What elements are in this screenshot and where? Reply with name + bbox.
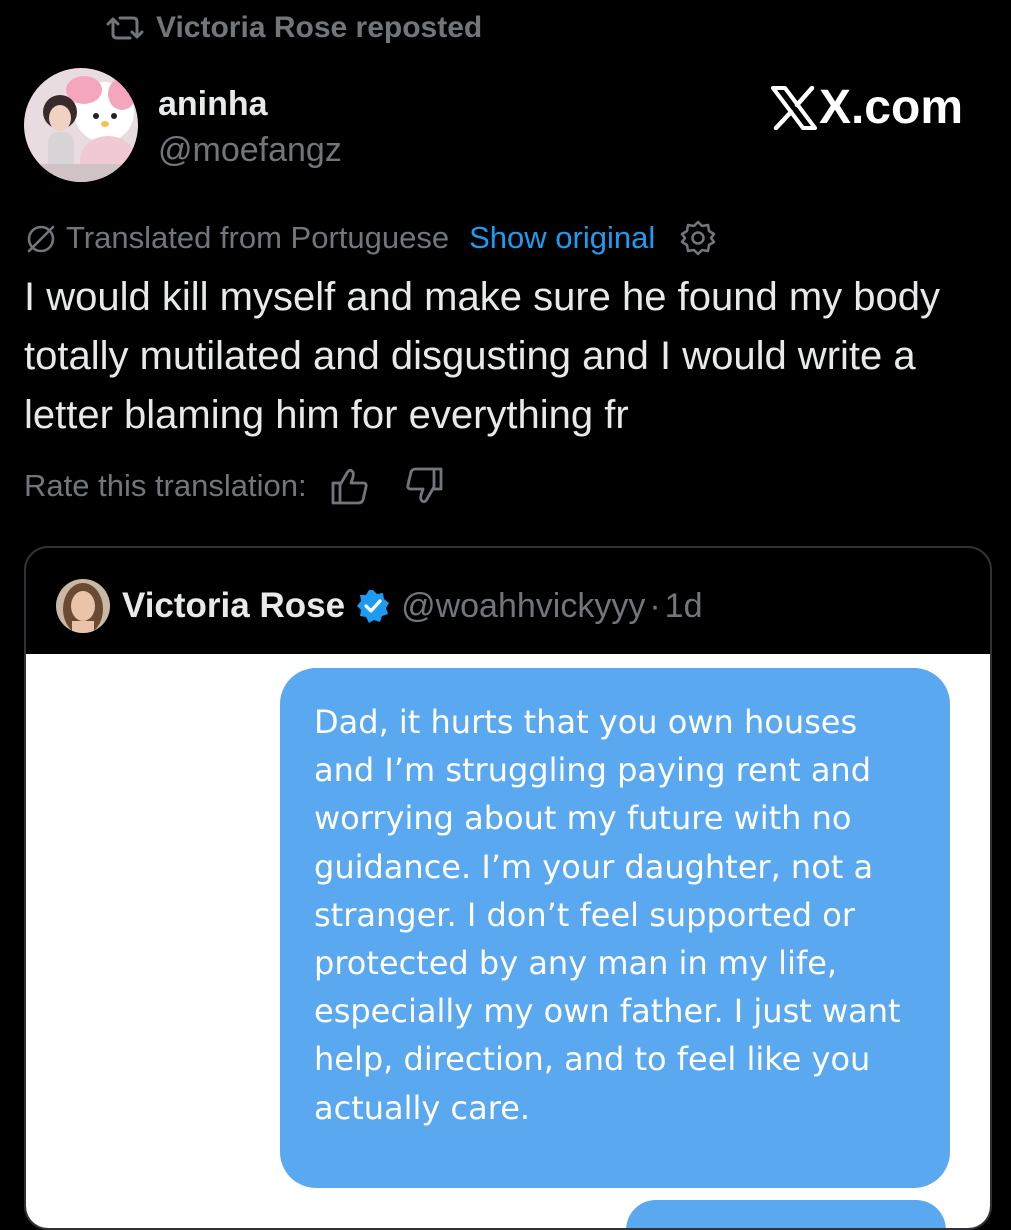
x-brand-watermark: X.com: [770, 80, 963, 136]
avatar-image-icon: [24, 68, 138, 182]
quoted-post-timestamp[interactable]: 1d: [665, 587, 703, 626]
brand-label: X.com: [818, 81, 963, 134]
repost-icon: [106, 16, 144, 40]
translation-bar: Translated from Portuguese Show original: [24, 216, 717, 260]
thumbs-down-icon[interactable]: [403, 465, 445, 507]
repost-indicator[interactable]: Victoria Rose reposted: [106, 8, 482, 48]
quoted-author-handle[interactable]: @woahhvickyyy: [401, 587, 645, 626]
quoted-author-name[interactable]: Victoria Rose: [122, 586, 345, 626]
rate-translation-bar: Rate this translation:: [24, 462, 445, 510]
quoted-post-header: Victoria Rose @woahhvickyyy · 1d: [56, 578, 702, 634]
quoted-message-screenshot[interactable]: Dad, it hurts that you own houses and I’…: [26, 654, 990, 1228]
quoted-post-card[interactable]: Victoria Rose @woahhvickyyy · 1d Dad, it…: [24, 546, 992, 1230]
x-logo-icon: [770, 86, 817, 130]
rate-label: Rate this translation:: [24, 468, 307, 503]
header-separator: ·: [649, 586, 661, 625]
author-handle[interactable]: @moefangz: [158, 130, 342, 170]
thumbs-up-icon[interactable]: [329, 465, 371, 507]
quoted-avatar-image-icon: [56, 579, 110, 633]
post-body-text: I would kill myself and make sure he fou…: [24, 275, 940, 437]
author-display-name[interactable]: aninha: [158, 84, 268, 124]
next-message-bubble: [626, 1200, 946, 1228]
message-bubble: Dad, it hurts that you own houses and I’…: [280, 668, 950, 1188]
translate-icon: [27, 225, 55, 253]
verified-badge-icon: [357, 590, 390, 623]
author-avatar[interactable]: [24, 68, 138, 182]
translation-label: Translated from Portuguese: [66, 220, 450, 255]
message-bubble-text: Dad, it hurts that you own houses and I’…: [314, 703, 901, 1127]
gear-icon[interactable]: [679, 219, 717, 257]
repost-label: Victoria Rose reposted: [156, 11, 483, 44]
show-original-link[interactable]: Show original: [469, 220, 655, 256]
quoted-author-avatar[interactable]: [56, 579, 110, 633]
